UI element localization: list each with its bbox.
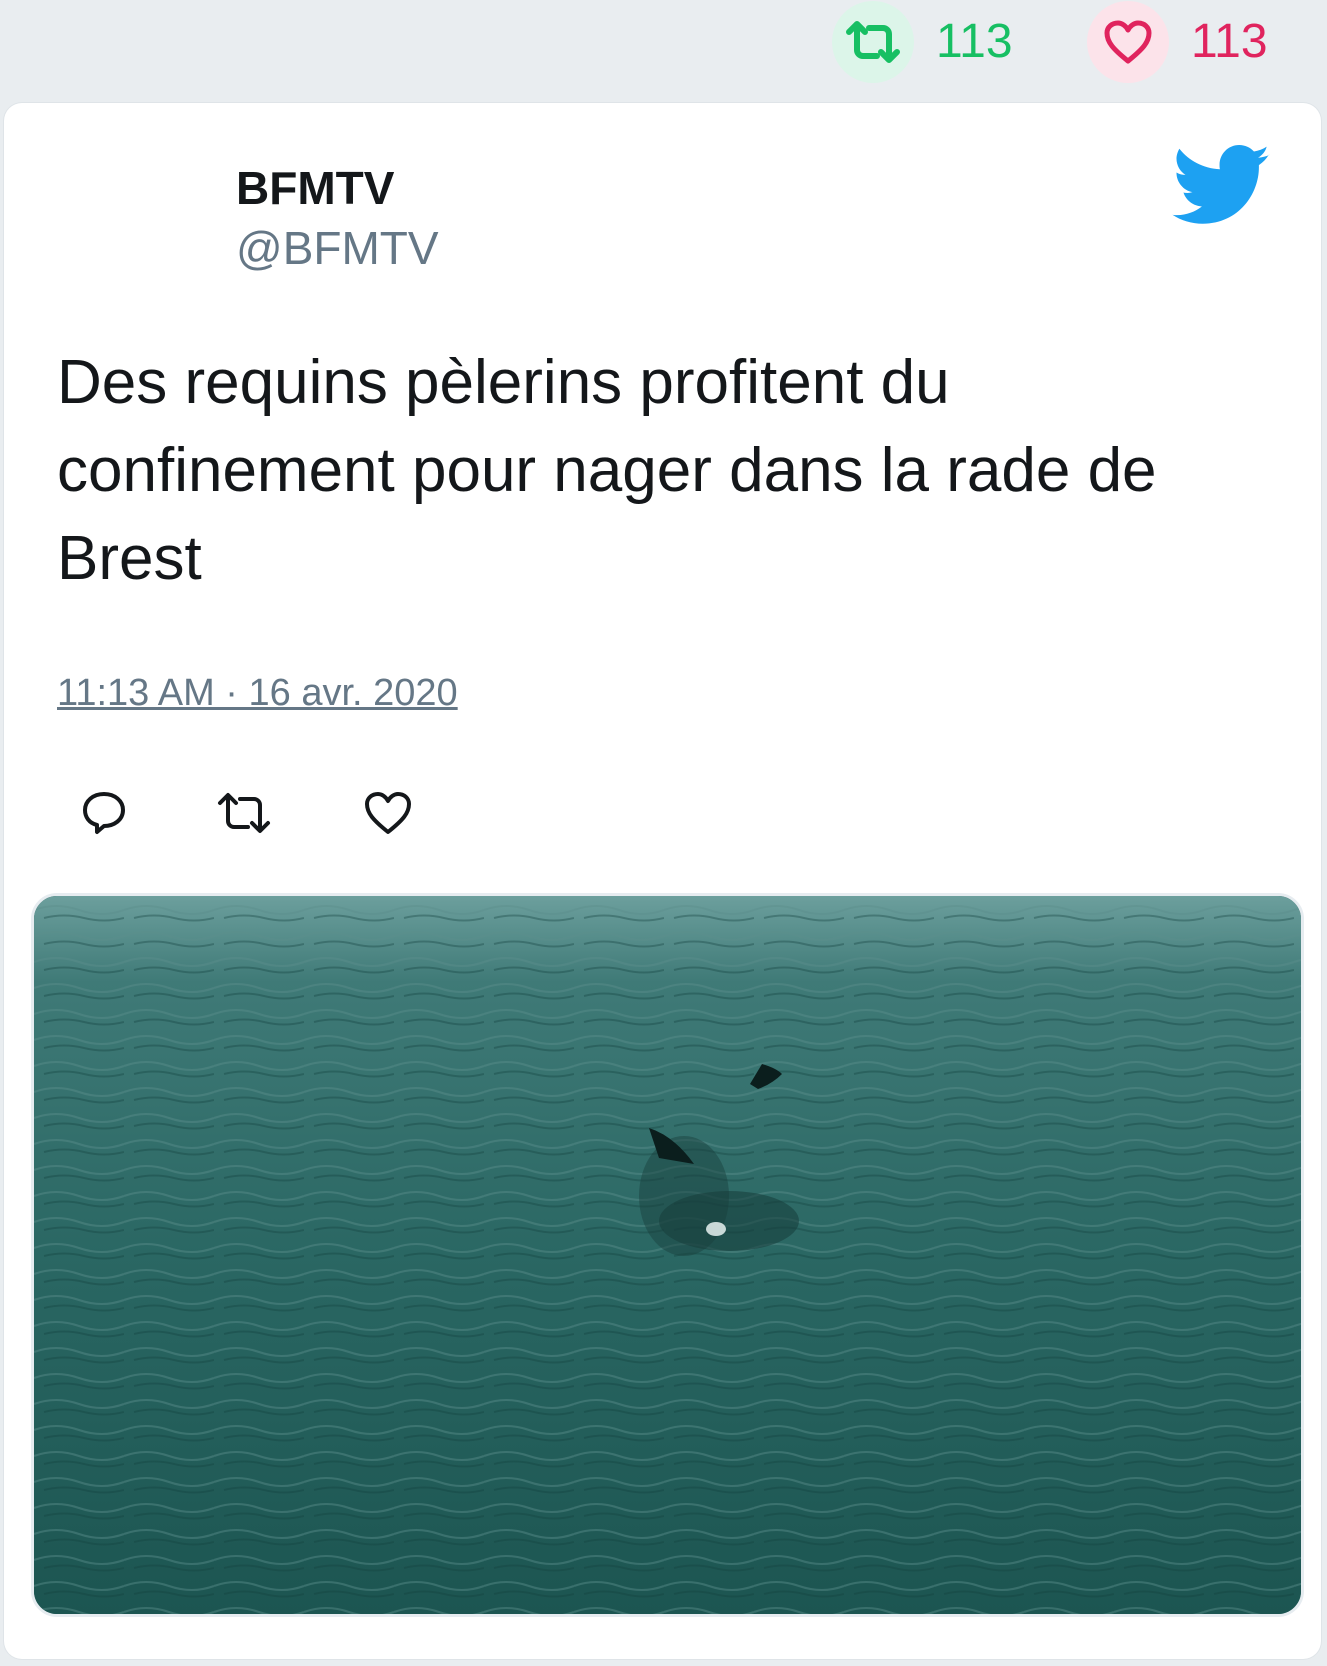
reply-button[interactable] [74,783,134,843]
twitter-bird-icon[interactable] [1172,145,1272,227]
like-stat-bubble[interactable] [1087,1,1169,83]
sea-photo [34,896,1301,1614]
heart-icon [1104,20,1152,64]
retweet-button[interactable] [214,783,274,843]
retweet-stat-bubble[interactable] [832,1,914,83]
tweet-text: Des requins pèlerins profitent du confin… [57,348,1157,593]
tweet-card: BFMTV @BFMTV Des requins pèlerins profit… [4,103,1321,1659]
like-button[interactable] [358,783,418,843]
retweet-count: 113 [936,15,1013,68]
retweet-icon [846,21,900,63]
retweet-stat[interactable]: 113 [832,0,1013,84]
author-handle[interactable]: @BFMTV [236,223,439,274]
reply-icon [83,792,125,834]
like-count: 113 [1191,15,1268,68]
author-name[interactable]: BFMTV [236,163,394,214]
like-stat[interactable]: 113 [1087,0,1268,84]
heart-icon [365,792,411,834]
tweet-media-image[interactable] [31,893,1304,1617]
stats-bar: 113 113 [0,0,1327,100]
retweet-icon [218,793,270,833]
tweet-timestamp[interactable]: 11:13 AM · 16 avr. 2020 [57,671,458,717]
